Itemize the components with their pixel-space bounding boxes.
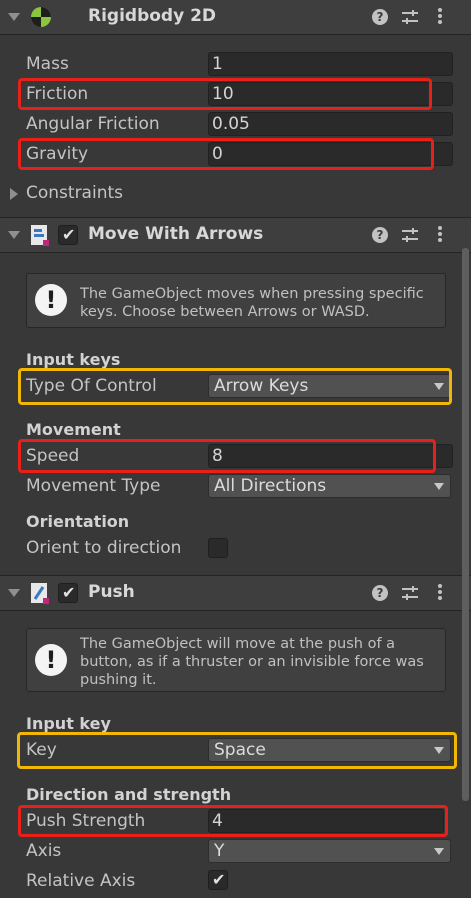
presets-icon[interactable] bbox=[402, 586, 418, 600]
mass-field[interactable]: 1 bbox=[208, 52, 453, 76]
help-icon[interactable]: ? bbox=[372, 227, 388, 243]
type-of-control-highlight bbox=[18, 368, 452, 405]
help-line-1: The GameObject moves when pressing speci… bbox=[80, 286, 424, 302]
gravity-highlight bbox=[18, 138, 434, 170]
scrollbar[interactable] bbox=[462, 248, 469, 801]
movement-heading: Movement bbox=[26, 420, 121, 439]
divider bbox=[0, 252, 471, 253]
help-box: ! The GameObject will move at the push o… bbox=[26, 628, 446, 692]
info-icon: ! bbox=[35, 284, 67, 316]
context-menu-icon[interactable] bbox=[438, 226, 442, 244]
chevron-down-icon bbox=[434, 483, 444, 490]
enabled-checkbox[interactable]: ✔ bbox=[58, 225, 78, 245]
help-line-1: The GameObject will move at the push of … bbox=[80, 636, 396, 652]
relative-axis-checkbox[interactable]: ✔ bbox=[208, 870, 228, 890]
info-icon: ! bbox=[35, 644, 67, 676]
rigidbody-2d-icon bbox=[31, 7, 51, 27]
push-strength-highlight bbox=[18, 805, 448, 837]
direction-and-strength-heading: Direction and strength bbox=[26, 785, 232, 804]
input-keys-heading: Input keys bbox=[26, 350, 121, 369]
key-highlight bbox=[17, 732, 457, 769]
chevron-down-icon bbox=[434, 848, 444, 855]
move-with-arrows-header[interactable]: ✔ Move With Arrows ? bbox=[0, 218, 471, 252]
movement-type-dropdown[interactable]: All Directions bbox=[208, 474, 451, 498]
rigidbody2d-header[interactable]: Rigidbody 2D ? bbox=[0, 0, 471, 34]
component-title: Push bbox=[88, 582, 135, 602]
help-line-3: pushing it. bbox=[80, 672, 157, 688]
relative-axis-label: Relative Axis bbox=[26, 871, 136, 891]
dropdown-value: All Directions bbox=[214, 476, 327, 496]
divider bbox=[0, 34, 471, 35]
presets-icon[interactable] bbox=[402, 228, 418, 242]
script-icon bbox=[31, 225, 49, 246]
enabled-checkbox[interactable]: ✔ bbox=[58, 583, 78, 603]
push-header[interactable]: ✔ Push ? bbox=[0, 576, 471, 610]
component-title: Move With Arrows bbox=[88, 224, 264, 244]
orientation-heading: Orientation bbox=[26, 512, 130, 531]
help-box: ! The GameObject moves when pressing spe… bbox=[26, 273, 446, 328]
angular-friction-field[interactable]: 0.05 bbox=[208, 112, 453, 136]
help-line-2: button, as if a thruster or an invisible… bbox=[80, 654, 424, 670]
help-icon[interactable]: ? bbox=[372, 9, 388, 25]
axis-dropdown[interactable]: Y bbox=[208, 839, 451, 863]
orient-to-direction-label: Orient to direction bbox=[26, 538, 182, 558]
component-title: Rigidbody 2D bbox=[88, 6, 217, 26]
script-icon bbox=[31, 583, 49, 604]
input-key-heading: Input key bbox=[26, 714, 111, 733]
orient-to-direction-checkbox[interactable] bbox=[208, 538, 228, 558]
mass-label: Mass bbox=[26, 54, 69, 74]
constraints-foldout-icon[interactable] bbox=[10, 188, 18, 200]
axis-label: Axis bbox=[26, 841, 62, 861]
constraints-label[interactable]: Constraints bbox=[26, 183, 123, 203]
dropdown-value: Y bbox=[214, 841, 225, 861]
help-line-2: keys. Choose between Arrows or WASD. bbox=[80, 304, 370, 320]
movement-type-label: Movement Type bbox=[26, 476, 161, 496]
angular-friction-label: Angular Friction bbox=[26, 114, 160, 134]
help-icon[interactable]: ? bbox=[372, 585, 388, 601]
foldout-arrow-icon[interactable] bbox=[8, 589, 20, 597]
divider bbox=[0, 610, 471, 611]
context-menu-icon[interactable] bbox=[438, 584, 442, 602]
speed-highlight bbox=[18, 439, 436, 473]
context-menu-icon[interactable] bbox=[438, 8, 442, 26]
friction-highlight bbox=[18, 78, 432, 110]
presets-icon[interactable] bbox=[402, 10, 418, 24]
foldout-arrow-icon[interactable] bbox=[8, 231, 20, 239]
foldout-arrow-icon[interactable] bbox=[8, 13, 20, 21]
